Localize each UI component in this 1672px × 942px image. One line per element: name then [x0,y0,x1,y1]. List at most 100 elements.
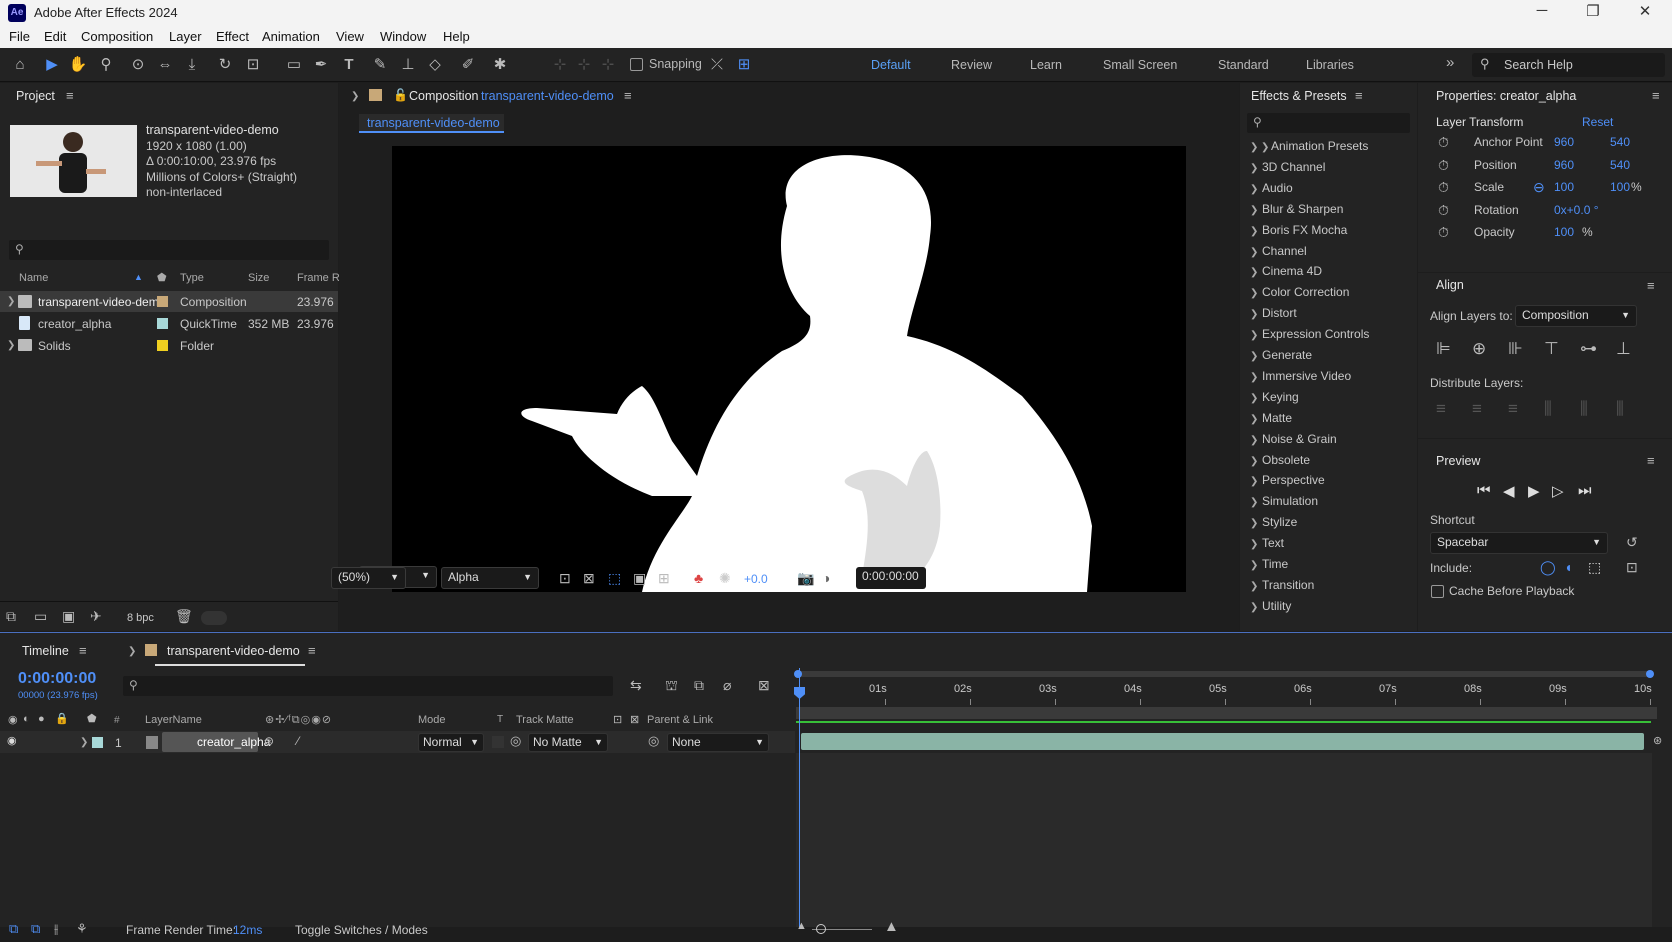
magnification-dropdown[interactable]: (50%) ▼ [331,567,406,589]
column-type[interactable]: Type [180,272,204,284]
effects-category-item[interactable]: Animation Presets [1271,139,1368,153]
minimize-button[interactable]: ─ [1532,2,1552,19]
effects-panel-title[interactable]: Effects & Presets [1251,89,1347,103]
show-snapshot-icon[interactable]: ◑ [822,570,830,586]
roto-brush-icon[interactable]: ✐ [458,55,478,75]
lock-icon[interactable]: 🔓 [393,88,408,102]
draft-3d-icon[interactable]: ⛫ [665,677,678,696]
category-expand-chevron-icon[interactable]: ❯ [1250,267,1258,278]
transparency-grid-icon[interactable]: ⊠ [583,570,595,587]
preserve-transparency-toggle[interactable] [492,736,504,748]
property-value-1[interactable]: 100 [1554,180,1574,194]
timeline-menu-icon[interactable]: ≡ [79,643,87,658]
comp-tab-menu-icon[interactable]: ≡ [308,643,316,658]
effects-category-item[interactable]: Color Correction [1262,285,1349,299]
effects-category-item[interactable]: Generate [1262,348,1312,362]
category-expand-chevron-icon[interactable]: ❯ [1250,393,1258,404]
effects-category-item[interactable]: Channel [1262,244,1307,258]
align-horizontal-center-icon[interactable]: ⊕ [1472,339,1486,359]
effects-category-item[interactable]: Distort [1262,306,1297,320]
timeline-track-area[interactable] [796,753,1652,927]
timeline-current-time[interactable]: 0:00:00:00 [18,670,96,688]
rectangle-tool-icon[interactable]: ▭ [284,55,304,75]
track-matte-dropdown[interactable]: No Matte ▼ [528,733,608,752]
property-value-2[interactable]: 540 [1610,158,1630,172]
property-value-2[interactable]: 540 [1610,135,1630,149]
effects-category-item[interactable]: Boris FX Mocha [1262,223,1347,237]
channel-rgb-icon[interactable]: ♣ [694,570,703,586]
effects-category-item[interactable]: Stylize [1262,515,1297,529]
preview-menu-icon[interactable]: ≡ [1647,453,1655,468]
dolly-camera-icon[interactable]: ⤓ [182,55,202,75]
work-area-range[interactable] [796,707,1657,719]
category-expand-chevron-icon[interactable]: ❯ [1250,351,1258,362]
category-expand-chevron-icon[interactable]: ❯ [1250,288,1258,299]
layer-mode-dropdown[interactable]: Normal ▼ [418,733,484,752]
zoom-out-mountain-icon[interactable]: ▲ [796,920,807,932]
interpret-footage-icon[interactable]: ⧉ [6,608,16,625]
timeline-panel-title[interactable]: Timeline [22,644,69,658]
effects-category-item[interactable]: Text [1262,536,1284,550]
stopwatch-icon[interactable]: ⏱ [1438,224,1449,241]
in-out-duration-icon[interactable]: ⫲ [54,921,58,937]
pickwhip-icon[interactable]: ◎ [510,733,521,749]
composition-viewer[interactable] [392,146,1186,592]
effects-category-item[interactable]: Expression Controls [1262,327,1369,341]
orbit-camera-icon[interactable]: ⊙ [128,55,148,75]
shortcut-dropdown[interactable]: Spacebar ▼ [1430,532,1608,554]
label-color-swatch[interactable] [157,318,168,329]
effects-category-item[interactable]: Immersive Video [1262,369,1351,383]
column-track-matte[interactable]: Track Matte [516,714,574,726]
effects-search-input[interactable]: ⚲ [1247,113,1410,133]
zoom-in-mountain-icon[interactable]: ▲ [884,918,899,935]
expand-chevron-icon[interactable]: ❯ [7,340,15,351]
layer-duration-bar[interactable] [801,733,1644,750]
snapshot-camera-icon[interactable]: 📷 [797,570,814,587]
maximize-button[interactable]: ❐ [1583,2,1603,20]
column-frame-rate[interactable]: Frame R. [297,272,343,284]
include-overlays-icon[interactable]: ⬚ [1588,559,1601,576]
category-expand-chevron-icon[interactable]: ❯ [1250,205,1258,216]
effects-category-item[interactable]: Keying [1262,390,1299,404]
next-frame-icon[interactable]: ▷ [1552,482,1564,500]
panel-expand-chevron-icon[interactable]: ❯ [351,91,359,102]
sub-chevron-icon[interactable]: ❯ [1261,142,1269,153]
category-expand-chevron-icon[interactable]: ❯ [1250,330,1258,341]
eraser-tool-icon[interactable]: ◇ [425,55,445,75]
align-right-icon[interactable]: ⊪ [1508,339,1523,359]
snapping-checkbox[interactable] [630,58,643,71]
align-to-dropdown[interactable]: Composition ▼ [1515,305,1637,327]
effects-category-item[interactable]: Blur & Sharpen [1262,202,1343,216]
cache-before-playback-checkbox[interactable] [1431,585,1444,598]
menu-file[interactable]: File [9,29,30,44]
timeline-comp-tab[interactable]: transparent-video-demo [167,644,300,658]
collapse-switch-icon[interactable]: ⊛ [264,734,274,748]
parent-dropdown[interactable]: None ▼ [667,733,769,752]
keyframe-icon[interactable]: ⊛ [1653,734,1662,747]
region-of-interest-icon[interactable]: ⊡ [559,570,571,587]
menu-composition[interactable]: Composition [81,29,153,44]
column-name[interactable]: Name [19,272,48,284]
effects-category-item[interactable]: Audio [1262,181,1293,195]
effects-menu-icon[interactable]: ≡ [1355,88,1363,103]
category-expand-chevron-icon[interactable]: ❯ [1250,226,1258,237]
snap-mode-icon[interactable]: ⊞ [734,55,754,75]
align-bottom-icon[interactable]: ⊥ [1616,339,1631,359]
effects-category-item[interactable]: Utility [1262,599,1291,613]
workspace-review[interactable]: Review [951,58,992,72]
category-expand-chevron-icon[interactable]: ❯ [1250,372,1258,383]
effects-category-item[interactable]: Simulation [1262,494,1318,508]
type-tool-icon[interactable]: T [339,55,359,75]
layer-visibility-eye-icon[interactable]: ◉ [7,734,17,747]
workspace-libraries[interactable]: Libraries [1306,58,1354,72]
exposure-reset-icon[interactable]: ✺ [719,570,731,587]
sort-ascending-icon[interactable]: ▲ [134,272,143,282]
property-value-1[interactable]: 960 [1554,135,1574,149]
align-left-icon[interactable]: ⊫ [1436,339,1451,359]
effects-category-item[interactable]: Obsolete [1262,453,1310,467]
rotation-tool-icon[interactable]: ↻ [215,55,235,75]
selection-tool-icon[interactable]: ▶ [42,55,62,75]
zoom-tool-icon[interactable]: ⚲ [96,55,116,75]
work-area-end-handle[interactable] [1646,670,1654,678]
project-item-label[interactable]: transparent-video-demo [38,295,165,309]
